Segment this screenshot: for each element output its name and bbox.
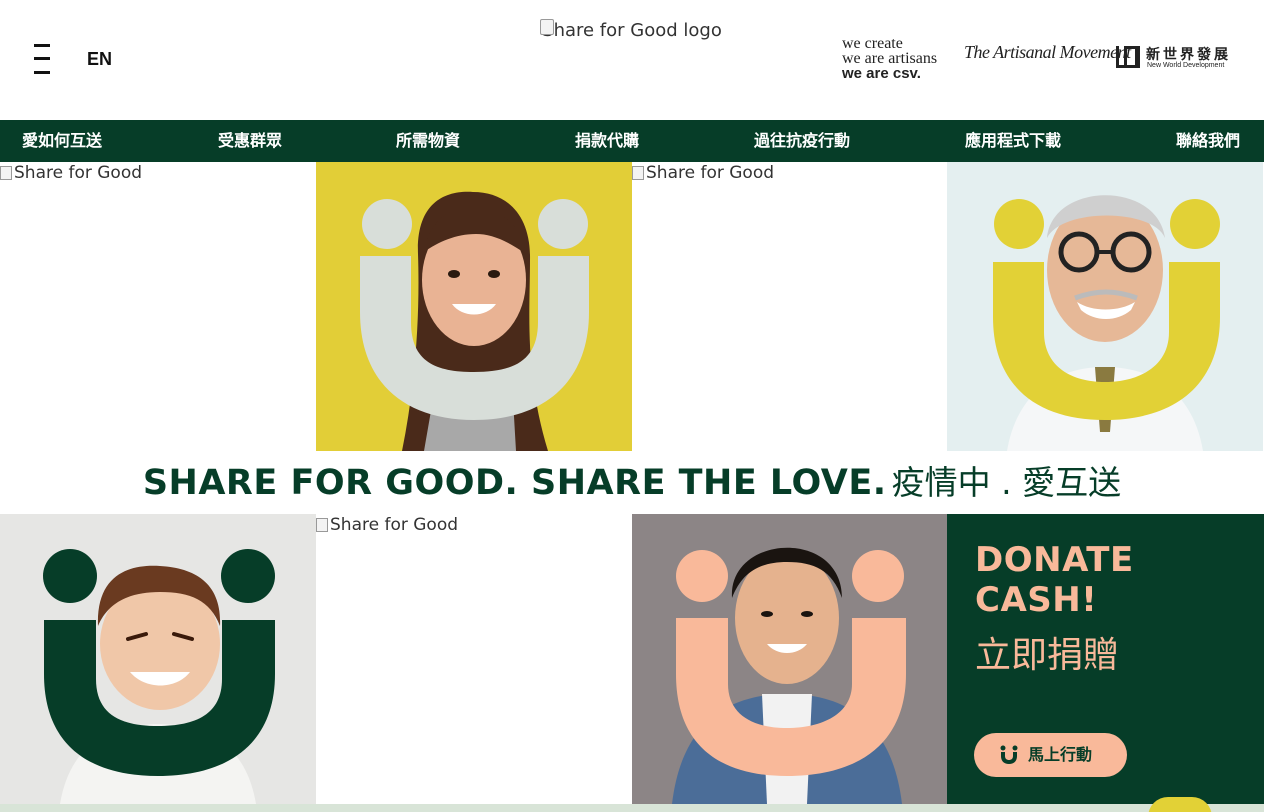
young-man-portrait-image: [672, 547, 906, 804]
nav-item-how[interactable]: 愛如何互送: [22, 120, 102, 162]
artisanal-movement-logo: The Artisanal Movement: [964, 42, 1131, 62]
broken-image-icon: [316, 518, 328, 532]
language-toggle[interactable]: EN: [87, 49, 112, 70]
floating-chat-bubble[interactable]: [1148, 797, 1212, 812]
tagline-banner: SHARE FOR GOOD. SHARE THE LOVE. 疫情中 . 愛互…: [0, 451, 1264, 514]
broken-image-icon: [540, 19, 554, 35]
tile-broken-image-1: Share for Good: [0, 162, 316, 451]
tile-broken-image-3: Share for Good: [316, 514, 632, 804]
donate-cash-panel: DONATE CASH! 立即捐贈 馬上行動: [947, 514, 1264, 804]
tile-broken-image-2: Share for Good: [632, 162, 947, 451]
child-portrait-image: [43, 549, 275, 804]
elderly-man-portrait-image: [993, 195, 1220, 451]
woman-portrait-image: [360, 191, 589, 451]
site-header: EN Share for Good logo we create we are …: [0, 0, 1264, 120]
smile-u-icon: [1000, 745, 1018, 764]
logo-alt-text: Share for Good logo: [542, 20, 722, 41]
main-nav: 愛如何互送 受惠群眾 所需物資 捐款代購 過往抗疫行動 應用程式下載 聯絡我們: [0, 120, 1264, 162]
broken-image-icon: [0, 166, 12, 180]
donate-title: DONATE CASH!: [975, 540, 1134, 620]
nav-item-beneficiaries[interactable]: 受惠群眾: [218, 120, 282, 162]
nav-item-app-download[interactable]: 應用程式下載: [965, 120, 1061, 162]
donate-title-chinese: 立即捐贈: [975, 635, 1120, 676]
csv-logo: we create we are artisans we are csv.: [842, 35, 938, 82]
nav-item-donate-purchase[interactable]: 捐款代購: [575, 120, 639, 162]
nav-item-past-actions[interactable]: 過往抗疫行動: [754, 120, 850, 162]
act-now-button[interactable]: 馬上行動: [974, 733, 1127, 777]
nwd-mark-icon: [1116, 46, 1140, 68]
site-logo[interactable]: Share for Good logo: [540, 17, 724, 77]
nav-item-supplies[interactable]: 所需物資: [396, 120, 460, 162]
tile-woman-portrait: [316, 162, 632, 451]
nav-item-contact[interactable]: 聯絡我們: [1176, 120, 1240, 162]
tile-child-portrait: [0, 514, 316, 804]
tagline-chinese: 疫情中 . 愛互送: [891, 463, 1122, 502]
new-world-development-logo: 新世界發展 New World Development: [1116, 44, 1228, 74]
act-now-label: 馬上行動: [1028, 745, 1093, 764]
footer-strip: [0, 804, 1264, 812]
tile-elderly-man-portrait: [947, 162, 1263, 451]
tagline-english: SHARE FOR GOOD. SHARE THE LOVE.: [142, 463, 887, 503]
menu-icon[interactable]: [34, 44, 50, 76]
partner-logos: we create we are artisans we are csv. Th…: [842, 36, 1232, 84]
broken-image-icon: [632, 166, 644, 180]
tile-young-man-portrait: [632, 514, 947, 804]
